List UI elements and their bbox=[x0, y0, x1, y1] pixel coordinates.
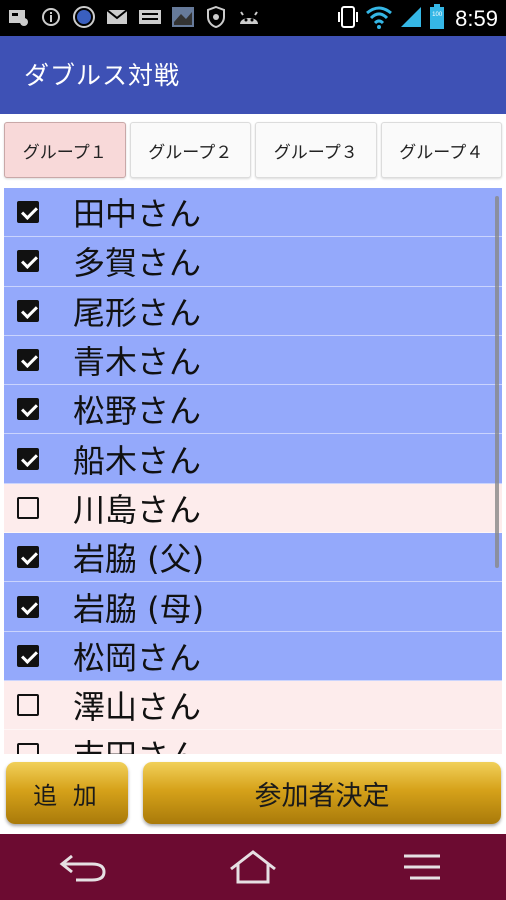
player-name: 多賀さん bbox=[73, 244, 202, 283]
list-item[interactable]: 尾形さん bbox=[4, 286, 502, 336]
signal-icon bbox=[399, 5, 423, 33]
page-title: ダブルス対戦 bbox=[24, 61, 181, 90]
keyboard-icon bbox=[138, 6, 162, 28]
checkbox[interactable] bbox=[17, 299, 39, 322]
player-name: 岩脇 (母) bbox=[73, 589, 205, 628]
system-icons: 100 8:59 bbox=[337, 4, 498, 34]
player-list[interactable]: 田中さん 多賀さん 尾形さん 青木さん 松野さん 船木さん 川島さん 岩脇 (父… bbox=[4, 188, 502, 754]
list-item[interactable]: 青木さん bbox=[4, 335, 502, 386]
list-item[interactable]: 吉田さん bbox=[4, 730, 502, 754]
player-name: 船木さん bbox=[73, 441, 202, 480]
photo-icon bbox=[171, 6, 195, 28]
group-tabs: グループ１ グループ２ グループ３ グループ４ bbox=[4, 122, 502, 180]
tab-group-1[interactable]: グループ１ bbox=[4, 122, 126, 178]
add-button[interactable]: 追 加 bbox=[6, 762, 128, 824]
list-item[interactable]: 船木さん bbox=[4, 434, 502, 484]
decide-participants-button[interactable]: 参加者決定 bbox=[143, 762, 501, 824]
battery-level: 100 bbox=[432, 12, 443, 18]
list-item[interactable]: 松岡さん bbox=[4, 631, 502, 681]
checkbox[interactable] bbox=[17, 546, 39, 569]
tab-group-3[interactable]: グループ３ bbox=[255, 122, 377, 178]
player-name: 松野さん bbox=[73, 392, 202, 431]
checkbox[interactable] bbox=[17, 447, 39, 470]
player-name: 澤山さん bbox=[73, 688, 202, 727]
navigation-bar bbox=[0, 834, 506, 900]
debug-icon bbox=[6, 6, 30, 28]
list-item[interactable]: 松野さん bbox=[4, 385, 502, 435]
home-icon[interactable] bbox=[223, 842, 283, 892]
notification-icons bbox=[6, 6, 261, 28]
checkbox[interactable] bbox=[17, 644, 39, 667]
shield-icon bbox=[204, 6, 228, 28]
list-item[interactable]: 澤山さん bbox=[4, 680, 502, 731]
checkbox[interactable] bbox=[17, 743, 39, 754]
player-name: 岩脇 (父) bbox=[73, 540, 205, 579]
player-name: 青木さん bbox=[73, 343, 202, 382]
action-bar: ダブルス対戦 bbox=[0, 36, 506, 114]
list-item[interactable]: 川島さん bbox=[4, 483, 502, 534]
checkbox[interactable] bbox=[17, 496, 39, 519]
checkbox[interactable] bbox=[17, 201, 39, 224]
checkbox[interactable] bbox=[17, 694, 39, 717]
battery-badge-icon bbox=[72, 6, 96, 28]
player-name: 吉田さん bbox=[73, 731, 201, 754]
scrollbar[interactable] bbox=[495, 196, 499, 568]
checkbox[interactable] bbox=[17, 349, 39, 372]
status-bar: 100 8:59 bbox=[0, 0, 506, 36]
tab-group-2[interactable]: グループ２ bbox=[129, 122, 251, 178]
vibrate-icon bbox=[337, 5, 359, 33]
list-item[interactable]: 岩脇 (父) bbox=[4, 533, 502, 583]
back-icon[interactable] bbox=[54, 842, 114, 892]
checkbox[interactable] bbox=[17, 250, 39, 273]
mail-icon bbox=[105, 6, 129, 28]
android-icon bbox=[237, 6, 261, 28]
wifi-icon bbox=[365, 5, 393, 33]
info-icon bbox=[39, 6, 63, 28]
player-name: 松岡さん bbox=[73, 638, 202, 677]
checkbox[interactable] bbox=[17, 595, 39, 618]
list-item[interactable]: 岩脇 (母) bbox=[4, 582, 502, 632]
list-item[interactable]: 田中さん bbox=[4, 188, 502, 238]
checkbox[interactable] bbox=[17, 398, 39, 421]
battery-icon: 100 bbox=[429, 4, 445, 34]
player-name: 川島さん bbox=[73, 490, 202, 529]
clock: 8:59 bbox=[455, 6, 498, 31]
player-name: 尾形さん bbox=[73, 293, 202, 332]
player-name: 田中さん bbox=[73, 195, 202, 234]
tab-group-4[interactable]: グループ４ bbox=[380, 122, 502, 178]
menu-icon[interactable] bbox=[392, 842, 452, 892]
list-item[interactable]: 多賀さん bbox=[4, 237, 502, 287]
